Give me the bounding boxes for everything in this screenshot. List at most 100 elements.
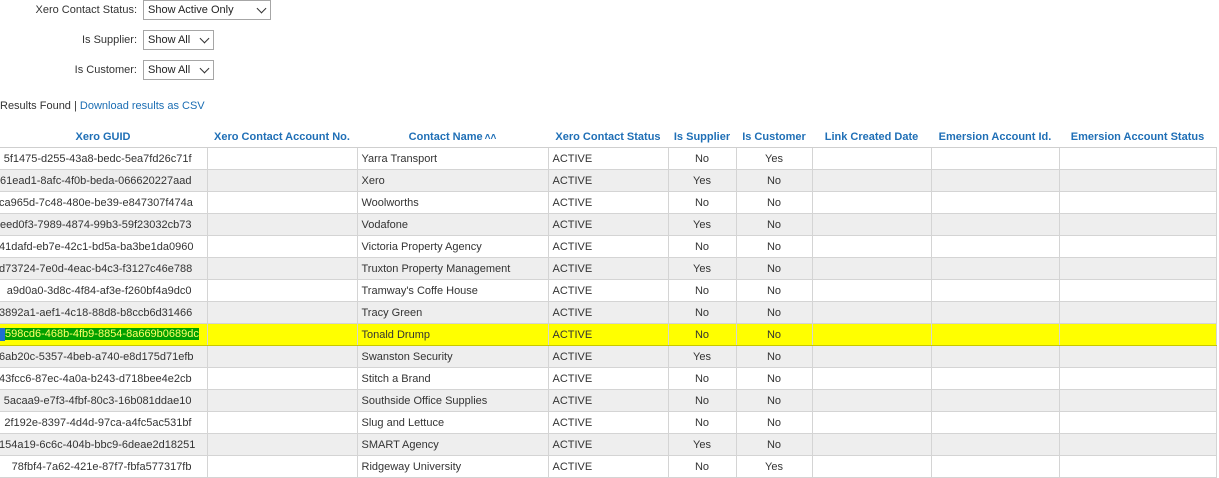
is-customer-cell: Yes: [735, 147, 813, 170]
table-row[interactable]: 3892a1-aef1-4c18-88d8-b8ccb6d31466 Tracy …: [0, 301, 1217, 324]
supplier-filter-select[interactable]: Show All: [143, 30, 214, 50]
is-customer-cell: Yes: [735, 455, 813, 478]
status-cell: ACTIVE: [547, 345, 669, 368]
column-header-is-customer[interactable]: Is Customer: [736, 126, 812, 148]
chevron-down-icon: [199, 33, 210, 44]
is-customer-cell: No: [735, 389, 813, 412]
contact-name-cell: SMART Agency: [356, 433, 549, 456]
emersion-account-id-cell: [930, 433, 1060, 456]
contact-name-cell: Tonald Drump: [356, 323, 549, 346]
status-cell: ACTIVE: [547, 455, 669, 478]
is-supplier-cell: No: [667, 389, 737, 412]
emersion-account-id-cell: [930, 389, 1060, 412]
status-cell: ACTIVE: [547, 389, 669, 412]
guid-cell: 154a19-6c6c-404b-bbc9-6deae2d18251: [0, 433, 208, 456]
emersion-account-status-cell: [1058, 147, 1217, 170]
status-cell: ACTIVE: [547, 411, 669, 434]
download-csv-link[interactable]: Download results as CSV: [80, 100, 205, 112]
guid-cell: 6ab20c-5357-4beb-a740-e8d175d71efb: [0, 345, 208, 368]
contact-name-cell: Southside Office Supplies: [356, 389, 549, 412]
is-supplier-cell: No: [667, 411, 737, 434]
column-header-status[interactable]: Xero Contact Status: [548, 126, 668, 148]
emersion-account-id-cell: [930, 411, 1060, 434]
status-filter-label: Xero Contact Status:: [35, 4, 138, 16]
emersion-account-status-cell: [1058, 191, 1217, 214]
contact-name-cell: Vodafone: [356, 213, 549, 236]
table-row[interactable]: a9d0a0-3d8c-4f84-af3e-f260bf4a9dc0 Tramwa…: [0, 279, 1217, 302]
link-created-date-cell: [811, 345, 932, 368]
account-no-cell: [206, 367, 358, 390]
guid-cell: eed0f3-7989-4874-99b3-59f23032cb73: [0, 213, 208, 236]
table-row[interactable]: 5acaa9-e7f3-4fbf-80c3-16b081ddae10 Souths…: [0, 389, 1217, 412]
results-found-text: Results Found |: [0, 100, 77, 112]
table-row[interactable]: 78fbf4-7a62-421e-87f7-fbfa577317fb Ridgew…: [0, 455, 1217, 478]
status-cell: ACTIVE: [547, 257, 669, 280]
status-cell: ACTIVE: [547, 213, 669, 236]
account-no-cell: [206, 389, 358, 412]
chevron-down-icon: [256, 3, 267, 14]
emersion-account-status-cell: [1058, 169, 1217, 192]
chevron-down-icon: [199, 63, 210, 74]
column-header-emersion-account-id[interactable]: Emersion Account Id.: [931, 126, 1059, 148]
column-header-emersion-account-status[interactable]: Emersion Account Status: [1059, 126, 1216, 148]
table-row[interactable]: d73724-7e0d-4eac-b4c3-f3127c46e788 Truxto…: [0, 257, 1217, 280]
emersion-account-status-cell: [1058, 367, 1217, 390]
account-no-cell: [206, 169, 358, 192]
column-header-xero-guid[interactable]: Xero GUID: [0, 126, 207, 148]
status-cell: ACTIVE: [547, 433, 669, 456]
column-header-account-no[interactable]: Xero Contact Account No.: [207, 126, 357, 148]
status-filter-select[interactable]: Show Active Only: [143, 0, 271, 20]
guid-cell: ca965d-7c48-480e-be39-e847307f474a: [0, 191, 208, 214]
contact-name-cell: Tramway's Coffe House: [356, 279, 549, 302]
status-cell: ACTIVE: [547, 367, 669, 390]
link-created-date-cell: [811, 323, 932, 346]
table-row[interactable]: 2f192e-8397-4d4d-97ca-a4fc5ac531bf Slug a…: [0, 411, 1217, 434]
sort-ascending-icon[interactable]: ˄˄: [485, 132, 497, 143]
table-row[interactable]: eed0f3-7989-4874-99b3-59f23032cb73 Vodafo…: [0, 213, 1217, 236]
column-header-link-created-date[interactable]: Link Created Date: [812, 126, 931, 148]
is-supplier-cell: No: [667, 455, 737, 478]
link-created-date-cell: [811, 257, 932, 280]
is-customer-cell: No: [735, 257, 813, 280]
status-cell: ACTIVE: [547, 169, 669, 192]
column-header-is-supplier[interactable]: Is Supplier: [668, 126, 736, 148]
contacts-table: Xero GUID Xero Contact Account No. Conta…: [0, 126, 1217, 478]
emersion-account-status-cell: [1058, 433, 1217, 456]
table-row[interactable]: 41dafd-eb7e-42c1-bd5a-ba3be1da0960 Victor…: [0, 235, 1217, 258]
is-supplier-cell: No: [667, 147, 737, 170]
emersion-account-status-cell: [1058, 213, 1217, 236]
table-row[interactable]: 6ab20c-5357-4beb-a740-e8d175d71efb Swanst…: [0, 345, 1217, 368]
contact-name-cell: Slug and Lettuce: [356, 411, 549, 434]
table-row[interactable]: ca965d-7c48-480e-be39-e847307f474a Woolwo…: [0, 191, 1217, 214]
table-header-row: Xero GUID Xero Contact Account No. Conta…: [0, 126, 1216, 148]
is-supplier-cell: Yes: [667, 169, 737, 192]
table-row[interactable]: 154a19-6c6c-404b-bbc9-6deae2d18251 SMART …: [0, 433, 1217, 456]
table-row[interactable]: 598cd6-468b-4fb9-8854-8a669b0689dc Tonald…: [0, 323, 1217, 346]
emersion-account-id-cell: [930, 235, 1060, 258]
link-created-date-cell: [811, 411, 932, 434]
contact-name-cell: Swanston Security: [356, 345, 549, 368]
table-row[interactable]: 5f1475-d255-43a8-bedc-5ea7fd26c71f Yarra …: [0, 147, 1217, 170]
contact-name-cell: Truxton Property Management: [356, 257, 549, 280]
table-row[interactable]: 43fcc6-87ec-4a0a-b243-d718bee4e2cb Stitch…: [0, 367, 1217, 390]
link-created-date-cell: [811, 455, 932, 478]
account-no-cell: [206, 191, 358, 214]
account-no-cell: [206, 411, 358, 434]
is-customer-cell: No: [735, 169, 813, 192]
is-customer-cell: No: [735, 433, 813, 456]
guid-cell: 78fbf4-7a62-421e-87f7-fbfa577317fb: [0, 455, 208, 478]
guid-cell: a9d0a0-3d8c-4f84-af3e-f260bf4a9dc0: [0, 279, 208, 302]
column-header-contact-name[interactable]: Contact Name ˄˄: [357, 126, 548, 148]
guid-cell: 61ead1-8afc-4f0b-beda-066620227aad: [0, 169, 208, 192]
is-customer-cell: No: [735, 191, 813, 214]
status-cell: ACTIVE: [547, 323, 669, 346]
is-customer-cell: No: [735, 411, 813, 434]
account-no-cell: [206, 279, 358, 302]
supplier-filter-label: Is Supplier:: [81, 34, 137, 46]
is-supplier-cell: Yes: [667, 433, 737, 456]
table-row[interactable]: 61ead1-8afc-4f0b-beda-066620227aad Xero AC…: [0, 169, 1217, 192]
emersion-account-status-cell: [1058, 323, 1217, 346]
customer-filter-select[interactable]: Show All: [143, 60, 214, 80]
guid-cell: 43fcc6-87ec-4a0a-b243-d718bee4e2cb: [0, 367, 208, 390]
emersion-account-id-cell: [930, 345, 1060, 368]
